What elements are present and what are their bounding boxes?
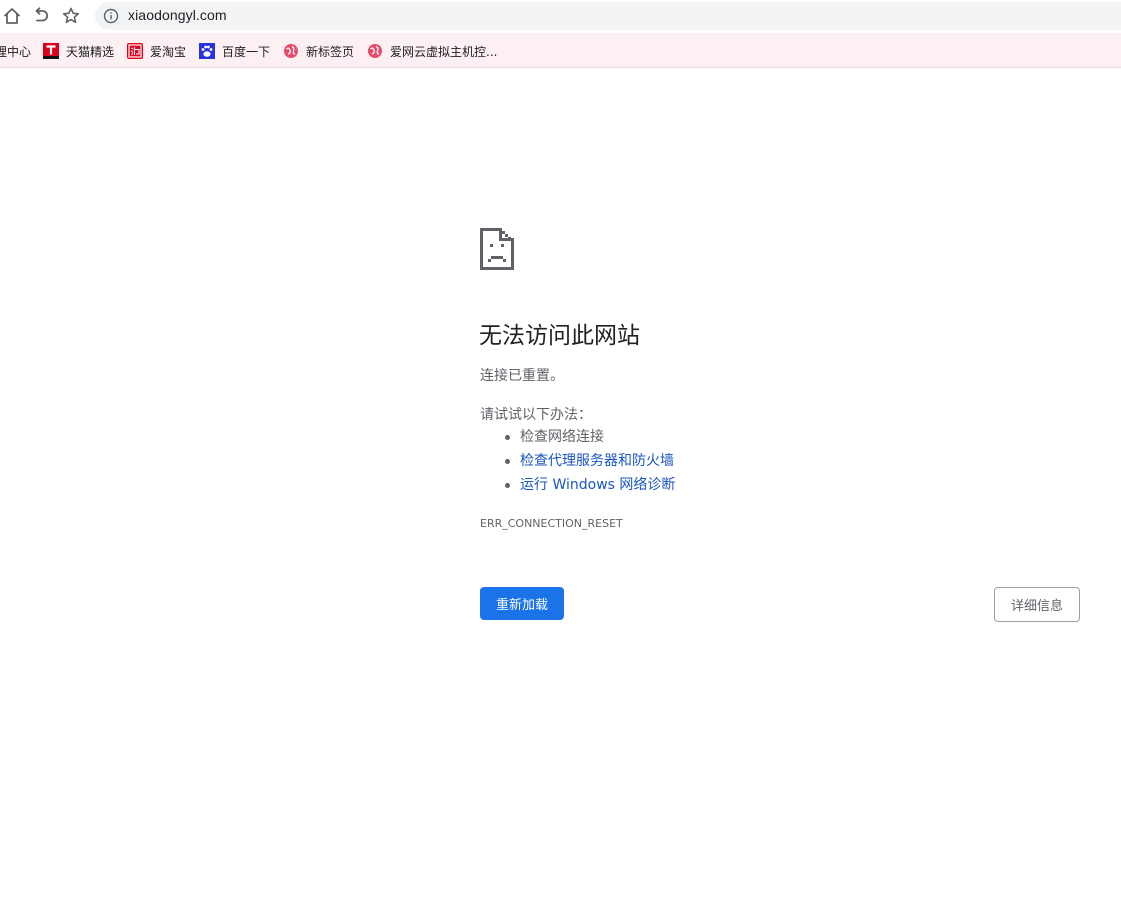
url-text: xiaodongyl.com <box>128 7 227 23</box>
globe-icon <box>367 43 383 59</box>
error-title: 无法访问此网站 <box>479 323 640 349</box>
bookmark-item-new-tab[interactable]: 新标签页 <box>283 42 354 60</box>
bookmark-label: 理中心 <box>0 44 32 59</box>
bullet <box>505 435 510 440</box>
bookmark-label: 百度一下 <box>222 44 271 59</box>
bookmark-item-aiwangyun[interactable]: 爱网云虚拟主机控... <box>367 42 497 60</box>
sad-page-icon <box>480 228 514 270</box>
bookmark-star-button[interactable] <box>58 3 84 29</box>
baidu-paw-icon <box>199 43 215 59</box>
bullet <box>505 483 510 488</box>
reload-button[interactable] <box>28 3 54 29</box>
tmall-icon <box>43 43 59 59</box>
info-icon[interactable] <box>103 8 119 24</box>
bookmark-item[interactable]: 理中心 <box>0 42 31 60</box>
suggestion-item: 检查代理服务器和防火墙 <box>500 452 675 476</box>
bullet <box>505 459 510 464</box>
bookmark-label: 爱淘宝 <box>150 44 187 59</box>
suggestion-item: 运行 Windows 网络诊断 <box>500 476 675 500</box>
taobao-icon <box>127 43 143 59</box>
suggestions-heading: 请试试以下办法： <box>480 407 592 423</box>
bookmark-item-baidu[interactable]: 百度一下 <box>199 42 270 60</box>
bookmark-item-tmall[interactable]: 天猫精选 <box>43 42 114 60</box>
bookmark-label: 天猫精选 <box>66 44 115 59</box>
bookmarks-bar: 理中心 天猫精选 爱淘宝 百度一下 新标签页 爱网云虚拟主机控... <box>0 33 1121 68</box>
suggestion-text: 检查网络连接 <box>520 429 604 445</box>
details-button[interactable]: 详细信息 <box>994 587 1080 622</box>
suggestion-item: 检查网络连接 <box>500 428 675 452</box>
bookmark-label: 爱网云虚拟主机控... <box>390 44 498 59</box>
browser-toolbar: xiaodongyl.com <box>0 0 1121 33</box>
globe-icon <box>283 43 299 59</box>
reload-page-button[interactable]: 重新加载 <box>480 587 564 620</box>
star-icon <box>61 6 81 26</box>
bookmark-item-taobao[interactable]: 爱淘宝 <box>127 42 186 60</box>
error-code: ERR_CONNECTION_RESET <box>480 517 623 530</box>
reload-icon <box>31 6 51 26</box>
home-button[interactable] <box>0 3 25 29</box>
suggestion-link-network-diagnostics[interactable]: 运行 Windows 网络诊断 <box>520 477 675 493</box>
suggestion-link-proxy-firewall[interactable]: 检查代理服务器和防火墙 <box>520 453 674 469</box>
home-icon <box>2 6 22 26</box>
error-subtitle: 连接已重置。 <box>480 368 564 384</box>
suggestions-list: 检查网络连接 检查代理服务器和防火墙 运行 Windows 网络诊断 <box>500 428 675 500</box>
bookmark-label: 新标签页 <box>306 44 355 59</box>
address-bar[interactable]: xiaodongyl.com <box>95 2 1121 30</box>
